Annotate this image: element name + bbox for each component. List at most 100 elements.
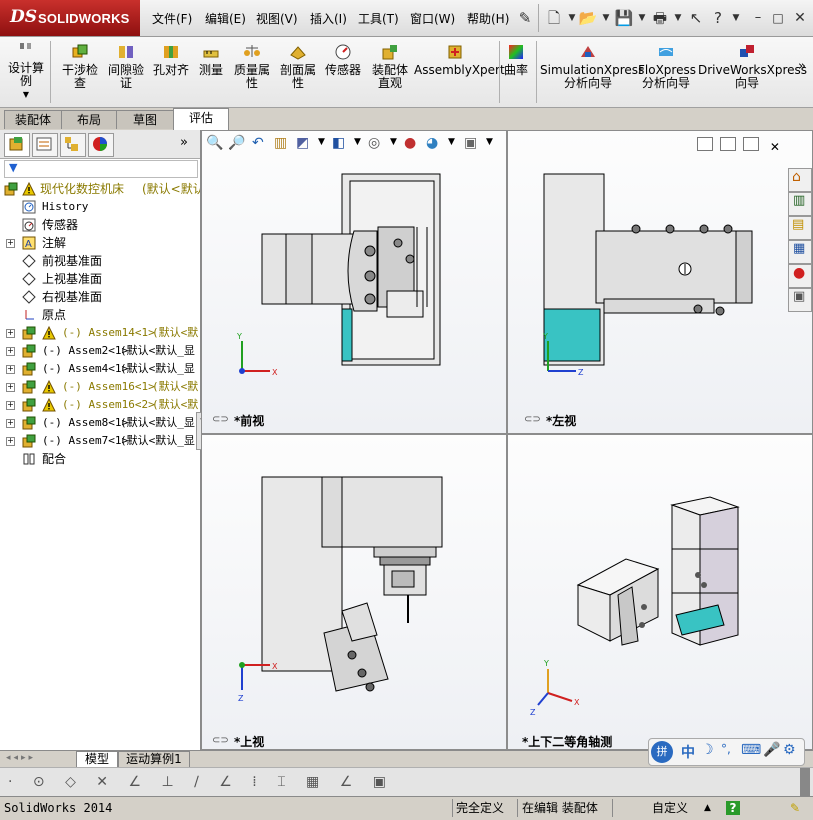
design-library-tab[interactable]: ▥ xyxy=(788,192,812,216)
menu-file[interactable]: 文件(F) xyxy=(152,10,192,27)
tree-item[interactable]: 右视基准面 xyxy=(0,288,200,306)
tree-item[interactable]: History xyxy=(0,198,200,216)
tree-item[interactable]: 传感器 xyxy=(0,216,200,234)
microphone-icon[interactable]: 🎤 xyxy=(763,742,780,758)
restore-icon[interactable]: □ xyxy=(768,8,788,28)
feature-manager-tab[interactable] xyxy=(4,133,30,157)
section-properties-button[interactable]: 剖面属 性 xyxy=(276,43,320,90)
expand-toggle-icon[interactable]: + xyxy=(6,401,15,410)
status-units[interactable]: 自定义 xyxy=(652,800,688,816)
ime-logo-icon[interactable]: 拼 xyxy=(651,741,673,763)
clearance-verify-button[interactable]: 间隙验 证 xyxy=(104,43,148,90)
resize-grip[interactable] xyxy=(800,768,810,796)
tree-item[interactable]: + (-) Assem16<1> (默认<默 xyxy=(0,378,200,396)
expand-toggle-icon[interactable]: + xyxy=(6,347,15,356)
hole-align-button[interactable]: 孔对齐 xyxy=(150,43,192,77)
link-views-icon[interactable]: ⊂⊃ xyxy=(524,414,541,425)
property-manager-tab[interactable] xyxy=(32,133,58,157)
tree-root[interactable]: 现代化数控机床 (默认<默认 xyxy=(0,180,200,198)
sensor-button[interactable]: 传感器 xyxy=(322,43,364,77)
open-folder-icon[interactable]: 📂 xyxy=(578,8,598,28)
menu-view[interactable]: 视图(V) xyxy=(256,10,298,27)
expand-toggle-icon[interactable]: + xyxy=(6,383,15,392)
tree-item[interactable]: 配合 xyxy=(0,450,200,468)
expand-toggle-icon[interactable]: + xyxy=(6,239,15,248)
view-palette-tab[interactable]: ▦ xyxy=(788,240,812,264)
link-views-icon[interactable]: ⊂⊃ xyxy=(212,735,229,746)
close-icon[interactable]: ✕ xyxy=(790,8,810,28)
tree-item[interactable]: + (-) Assem14<1> (默认<默 xyxy=(0,324,200,342)
tree-item[interactable]: 前视基准面 xyxy=(0,252,200,270)
ime-chinese-mode[interactable]: 中 xyxy=(681,742,695,762)
link-views-icon[interactable]: ⊂⊃ xyxy=(212,414,229,425)
settings-gear-icon[interactable]: ⚙ xyxy=(783,742,796,758)
tree-item[interactable]: + (-) Assem7<1> (默认<默认_显 xyxy=(0,432,200,450)
expand-toggle-icon[interactable]: + xyxy=(6,437,15,446)
design-study-button[interactable]: 设计算 例 ▼ xyxy=(6,41,46,101)
save-icon[interactable]: 💾 xyxy=(614,8,634,28)
tab-sketch[interactable]: 草图 xyxy=(116,110,174,129)
tab-motion-study[interactable]: 运动算例1 xyxy=(118,751,190,768)
tree-item[interactable]: + (-) Assem4<1> (默认<默认_显 xyxy=(0,360,200,378)
tree-item[interactable]: + (-) Assem8<1> (默认<默认_显 xyxy=(0,414,200,432)
custom-properties-tab[interactable]: ▣ xyxy=(788,288,812,312)
expand-toggle-icon[interactable]: + xyxy=(6,419,15,428)
viewport-isometric[interactable]: Y X Z *上下二等角轴测 xyxy=(507,434,813,750)
file-explorer-tab[interactable]: ▤ xyxy=(788,216,812,240)
rebuild-icon[interactable]: ✎ xyxy=(790,800,800,816)
expand-toggle-icon[interactable]: + xyxy=(6,365,15,374)
menu-edit[interactable]: 编辑(E) xyxy=(205,10,246,27)
display-manager-tab[interactable] xyxy=(88,133,114,157)
filter-bar[interactable]: ▼ xyxy=(4,160,198,178)
simulationxpress-button[interactable]: SimulationXpress 分析向导 xyxy=(540,43,644,90)
minimize-icon[interactable]: – xyxy=(748,8,768,28)
menu-insert[interactable]: 插入(I) xyxy=(310,10,347,27)
expand-toggle-icon[interactable]: + xyxy=(6,329,15,338)
appearances-tab[interactable]: ● xyxy=(788,264,812,288)
chevron-down-icon[interactable]: ▼ xyxy=(632,8,652,28)
select-pointer-icon[interactable]: ↖ xyxy=(686,8,706,28)
menu-window[interactable]: 窗口(W) xyxy=(410,10,455,27)
viewport-front[interactable]: 🔍 🔎 ↶ ▥ ◩ ▼ ◧ ▼ ◎ ▼ ● ◕ ▼ ▣ ▼ Y X ⊂⊃ *前视 xyxy=(201,130,507,434)
interference-check-button[interactable]: 干涉检 查 xyxy=(58,43,102,90)
solidworks-logo[interactable]: DS SOLIDWORKS xyxy=(0,0,140,36)
tree-item[interactable]: 原点 xyxy=(0,306,200,324)
assembly-visualization-button[interactable]: 装配体 直观 xyxy=(368,43,412,90)
driveworksxpress-button[interactable]: DriveWorksXpress 向导 xyxy=(698,43,807,90)
viewport-left[interactable]: ✕ Y Z ⊂⊃ *左视 xyxy=(507,130,813,434)
viewport-top[interactable]: X Z ⊂⊃ *上视 xyxy=(201,434,507,750)
assemblyxpert-button[interactable]: AssemblyXpert xyxy=(414,43,505,77)
pin-icon[interactable]: ✎ xyxy=(515,8,535,28)
solidworks-resources-tab[interactable]: ⌂ xyxy=(788,168,812,192)
expand-panel-icon[interactable]: » xyxy=(180,135,188,150)
punctuation-icon[interactable]: °, xyxy=(721,742,731,756)
tab-scroll-arrows[interactable]: ◂◂▸▸ xyxy=(6,753,36,763)
print-icon[interactable]: 🖶 xyxy=(650,8,670,28)
chevron-down-icon[interactable]: ▼ xyxy=(726,8,746,28)
tab-evaluate[interactable]: 评估 xyxy=(173,108,229,130)
tab-layout[interactable]: 布局 xyxy=(61,110,117,129)
new-document-icon[interactable]: 🗋 xyxy=(544,8,564,28)
curvature-button[interactable]: 曲率 xyxy=(502,43,530,77)
menu-tools[interactable]: 工具(T) xyxy=(358,10,399,27)
chevron-down-icon[interactable]: ▼ xyxy=(668,8,688,28)
mass-properties-button[interactable]: 质量属 性 xyxy=(230,43,274,90)
tab-model[interactable]: 模型 xyxy=(76,751,118,768)
menu-help[interactable]: 帮助(H) xyxy=(467,10,509,27)
tree-item[interactable]: + (-) Assem2<1> (默认<默认_显 xyxy=(0,342,200,360)
more-commands-icon[interactable]: » xyxy=(798,59,806,74)
moon-icon[interactable]: ☽ xyxy=(701,742,714,758)
chevron-down-icon[interactable]: ▼ xyxy=(596,8,616,28)
help-status-icon[interactable]: ? xyxy=(726,801,740,815)
configuration-manager-tab[interactable] xyxy=(60,133,86,157)
keyboard-icon[interactable]: ⌨ xyxy=(741,742,761,758)
chevron-up-icon[interactable]: ▲ xyxy=(704,800,711,816)
tree-item[interactable]: 上视基准面 xyxy=(0,270,200,288)
floxpress-button[interactable]: FloXpress 分析向导 xyxy=(638,43,696,90)
measure-button[interactable]: 测量 xyxy=(196,43,226,77)
tree-item[interactable]: + A 注解 xyxy=(0,234,200,252)
sketch-tools-icons[interactable]: · ⊙ ◇ ✕ ∠ ⊥ ∕ ∠ ⁞ ⌶ ▦ ∠ ▣ xyxy=(8,774,394,790)
tree-item[interactable]: + (-) Assem16<2> (默认<默 xyxy=(0,396,200,414)
help-icon[interactable]: ? xyxy=(708,8,728,28)
tab-assembly[interactable]: 装配体 xyxy=(4,110,62,129)
